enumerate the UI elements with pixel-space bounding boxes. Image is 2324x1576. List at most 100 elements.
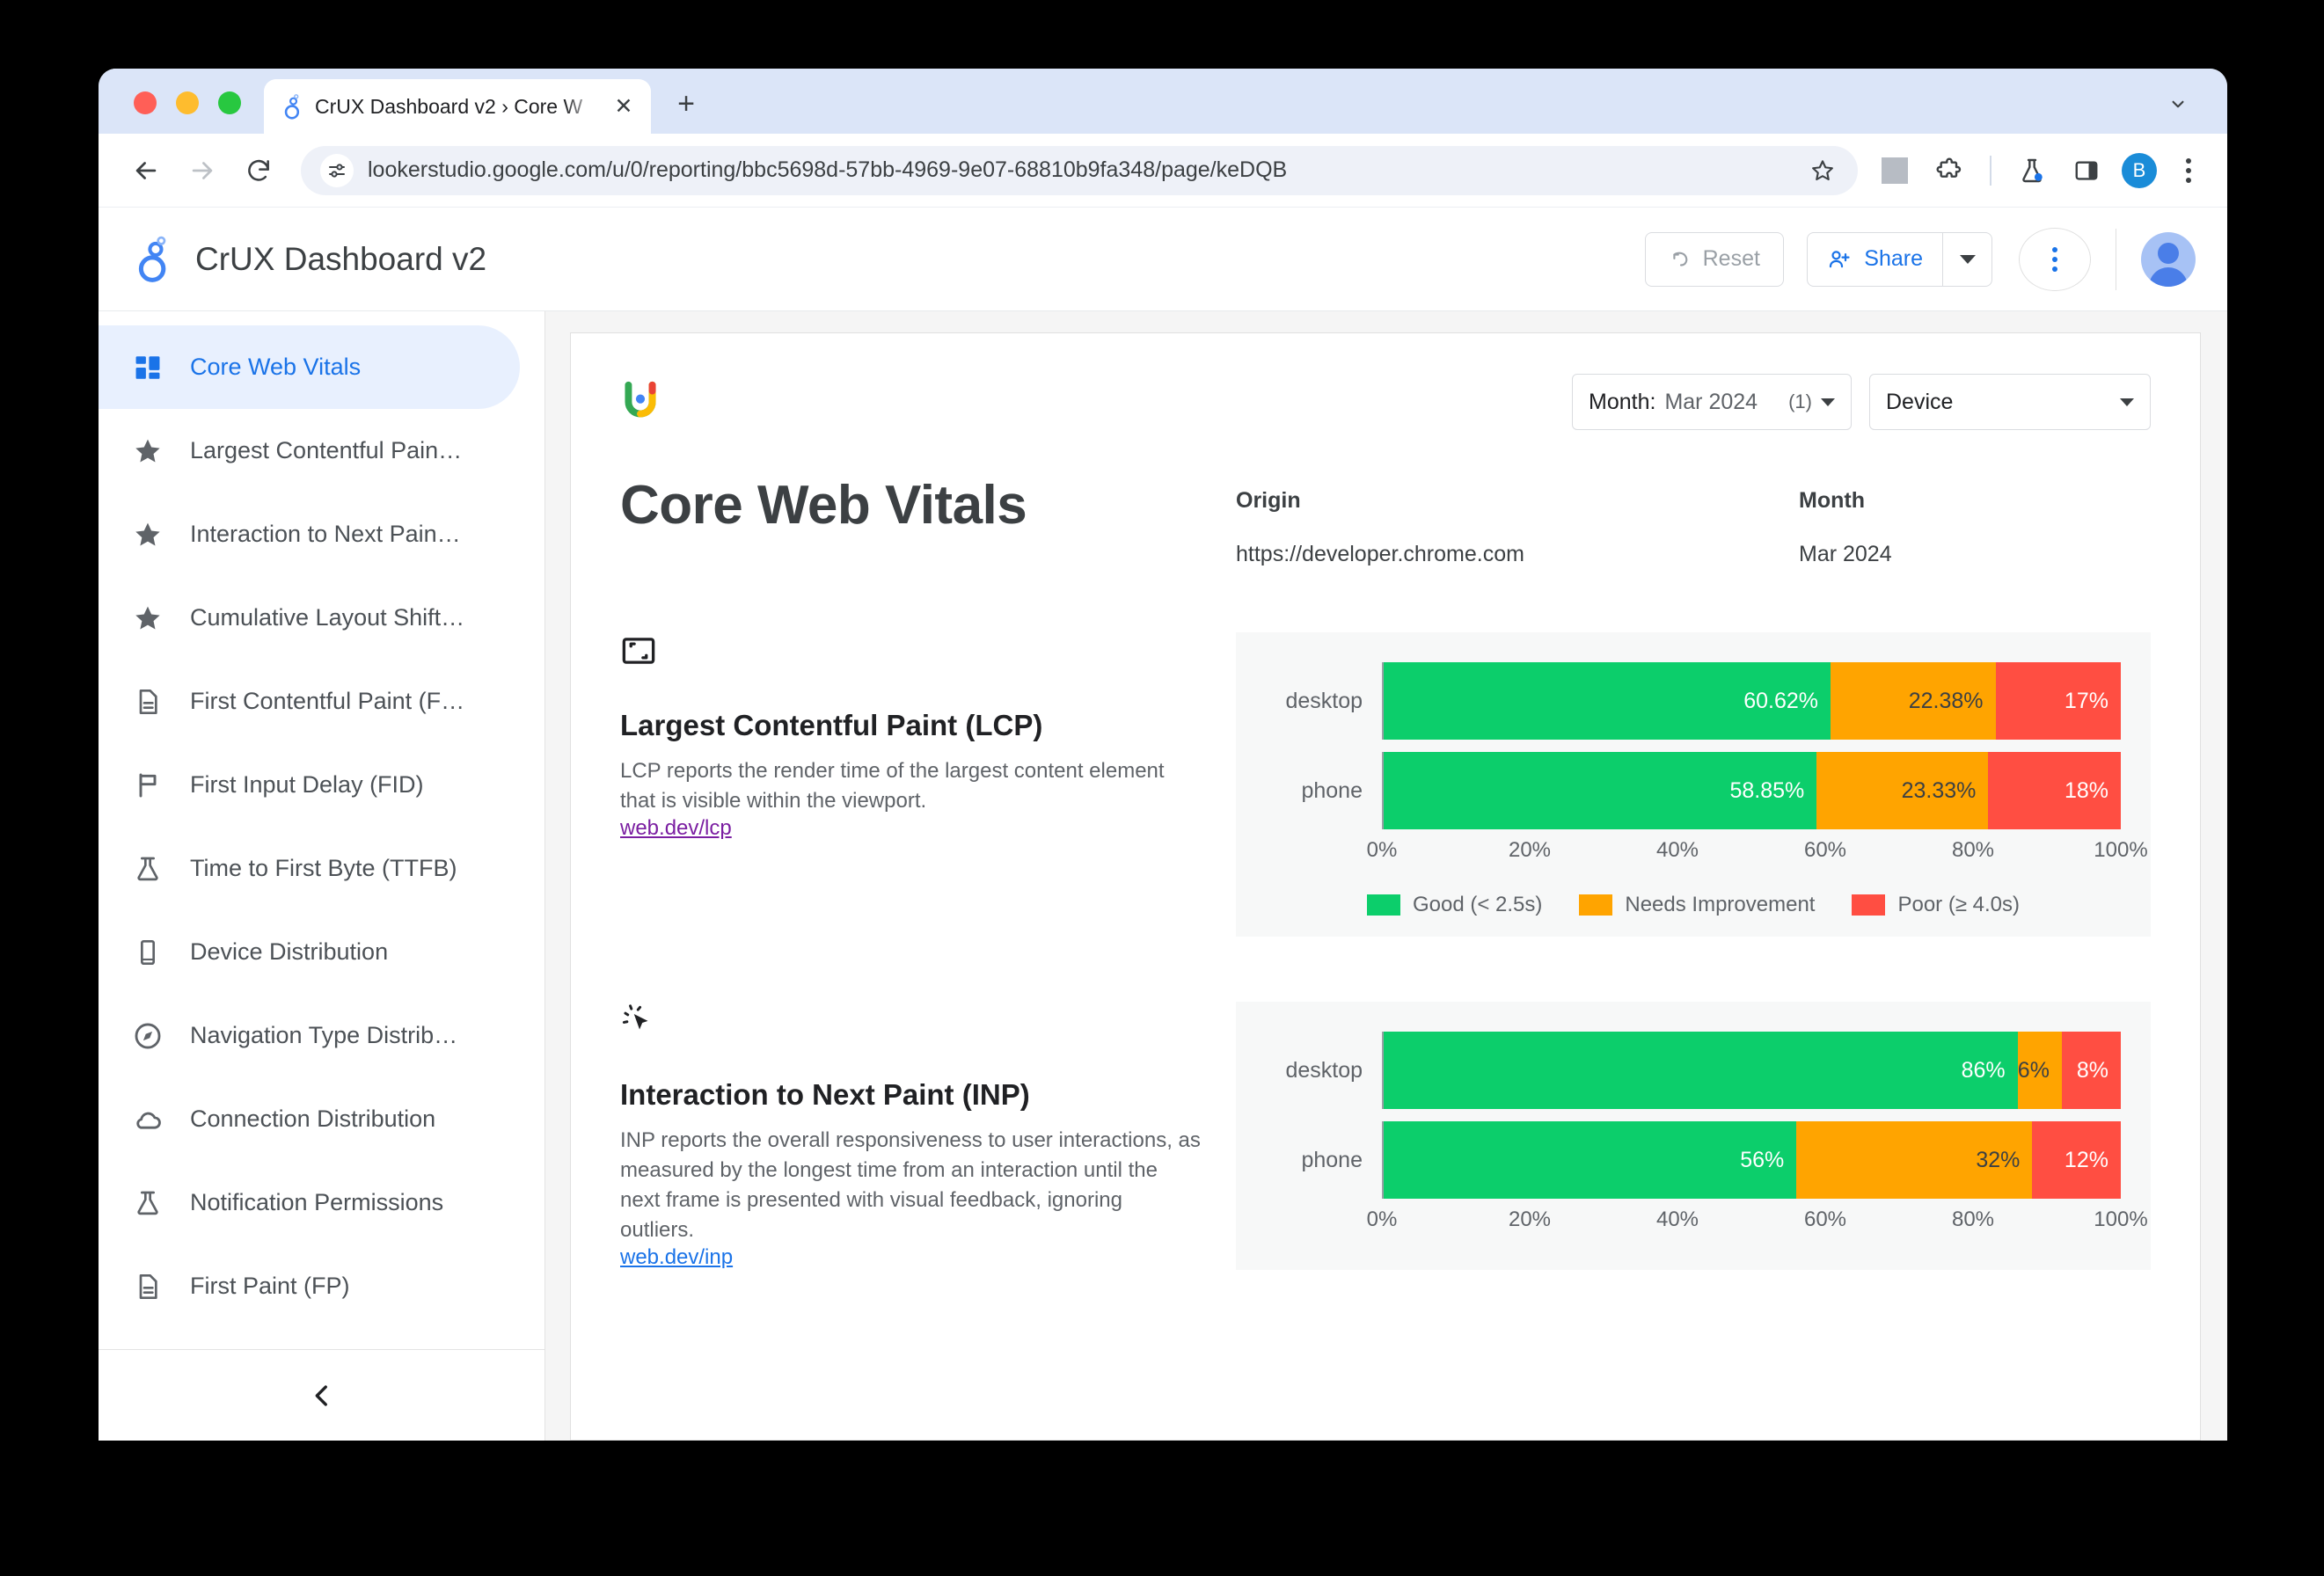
sidebar-item-navigation-type-distribution[interactable]: Navigation Type Distrib… xyxy=(99,994,520,1077)
bar-segment-needs-improvement[interactable]: 32% xyxy=(1796,1121,2033,1199)
unknown-extension-icon[interactable] xyxy=(1875,151,1914,190)
metric-description-lcp: Largest Contentful Paint (LCP) LCP repor… xyxy=(620,632,1236,937)
tab-strip: CrUX Dashboard v2 › Core W ✕ + xyxy=(99,69,2227,134)
bar-segment-needs-improvement[interactable]: 23.33% xyxy=(1816,752,1989,829)
collapse-sidebar-chevron-left-icon[interactable] xyxy=(297,1371,347,1420)
origin-block: Origin https://developer.chrome.com xyxy=(1236,474,1799,567)
tab-list-chevron-down-icon[interactable] xyxy=(2159,84,2197,123)
reload-button-icon[interactable] xyxy=(234,146,283,195)
legend-item-poor[interactable]: Poor (≥ 4.0s) xyxy=(1852,893,2020,917)
close-window-button[interactable] xyxy=(134,91,157,114)
bar-segment-needs-improvement[interactable]: 22.38% xyxy=(1830,662,1996,740)
sidebar-item-label: First Contentful Paint (F… xyxy=(190,688,465,714)
sidebar-item-device-distribution[interactable]: Device Distribution xyxy=(99,910,520,994)
maximize-window-button[interactable] xyxy=(218,91,241,114)
sidebar-item-connection-distribution[interactable]: Connection Distribution xyxy=(99,1077,520,1161)
report-filters: Month: Mar 2024 (1) Device xyxy=(1572,374,2151,430)
star-icon xyxy=(130,517,165,552)
month-filter-label: Month: xyxy=(1589,389,1656,414)
forward-button-icon[interactable] xyxy=(178,146,227,195)
bar-category-label: desktop xyxy=(1285,688,1363,713)
bar-segment-poor[interactable]: 12% xyxy=(2032,1121,2121,1199)
month-filter-count: (1) xyxy=(1788,390,1812,412)
sidebar-item-label: Interaction to Next Pain… xyxy=(190,521,461,547)
sidebar-item-first-paint[interactable]: First Paint (FP) xyxy=(99,1244,520,1328)
month-filter-control[interactable]: Month: Mar 2024 (1) xyxy=(1572,374,1852,430)
labs-flask-icon[interactable] xyxy=(2013,151,2051,190)
side-panel-icon[interactable] xyxy=(2067,151,2106,190)
back-button-icon[interactable] xyxy=(121,146,171,195)
legend-item-good[interactable]: Good (< 2.5s) xyxy=(1366,893,1543,917)
axis-tick: 0% xyxy=(1366,838,1398,862)
axis-tick: 0% xyxy=(1366,1208,1398,1231)
bar-segment-poor[interactable]: 17% xyxy=(1995,662,2121,740)
report-topbar: Month: Mar 2024 (1) Device xyxy=(620,374,2151,430)
sidebar-item-notification-permissions[interactable]: Notification Permissions xyxy=(99,1161,520,1244)
flask-icon xyxy=(130,1186,165,1221)
sidebar-item-label: Cumulative Layout Shift… xyxy=(190,604,465,631)
report-canvas-wrapper: Month: Mar 2024 (1) Device Core Web Vita… xyxy=(545,311,2227,1441)
legend-item-needs-improvement[interactable]: Needs Improvement xyxy=(1579,893,1815,917)
axis-tick: 60% xyxy=(1803,838,1847,862)
new-tab-button[interactable]: + xyxy=(667,84,705,123)
metric-desc: INP reports the overall responsiveness t… xyxy=(620,1128,1201,1243)
compass-icon xyxy=(130,1018,165,1054)
user-account-avatar[interactable] xyxy=(2141,231,2196,287)
site-settings-icon[interactable] xyxy=(320,153,354,187)
bar-segment-good[interactable]: 58.85% xyxy=(1384,752,1817,829)
extensions-puzzle-icon[interactable] xyxy=(1930,151,1969,190)
share-button[interactable]: Share xyxy=(1808,233,1942,286)
bookmark-star-icon[interactable] xyxy=(1805,153,1840,188)
legend-swatch-needs-improvement xyxy=(1579,894,1613,916)
bar-category-label: phone xyxy=(1301,777,1363,803)
window-traffic-lights xyxy=(134,91,241,114)
axis-pad xyxy=(1266,1208,1382,1243)
sidebar-item-first-contentful-paint[interactable]: First Contentful Paint (F… xyxy=(99,660,520,743)
sidebar-item-largest-contentful-paint[interactable]: Largest Contentful Pain… xyxy=(99,409,520,492)
sidebar-item-interaction-to-next-paint[interactable]: Interaction to Next Pain… xyxy=(99,492,520,576)
address-bar[interactable]: lookerstudio.google.com/u/0/reporting/bb… xyxy=(301,145,1858,195)
report-pages-sidebar: Core Web Vitals Largest Contentful Pain…… xyxy=(99,311,545,1441)
chart-bars: desktop 86% 6% 8% phone 56% 32% 12% xyxy=(1266,1032,2121,1199)
device-filter-label: Device xyxy=(1886,389,1954,414)
month-value: Mar 2024 xyxy=(1799,542,1892,566)
minimize-window-button[interactable] xyxy=(176,91,199,114)
chart-x-axis: 0% 20% 40% 60% 80% 100% xyxy=(1266,1208,2148,1243)
body-area: Core Web Vitals Largest Contentful Pain…… xyxy=(99,311,2227,1441)
sidebar-item-first-input-delay[interactable]: First Input Delay (FID) xyxy=(99,743,520,827)
legend-swatch-good xyxy=(1366,894,1400,916)
device-filter-control[interactable]: Device xyxy=(1869,374,2151,430)
axis-tick: 80% xyxy=(1951,838,1995,862)
star-icon xyxy=(130,601,165,636)
reset-button[interactable]: Reset xyxy=(1645,231,1785,287)
bar-segment-good[interactable]: 56% xyxy=(1384,1121,1797,1199)
bar-segment-good[interactable]: 60.62% xyxy=(1384,662,1831,740)
chevron-down-icon[interactable] xyxy=(2120,398,2134,406)
sidebar-item-time-to-first-byte[interactable]: Time to First Byte (TTFB) xyxy=(99,827,520,910)
axis-tick: 100% xyxy=(2094,838,2148,862)
share-dropdown-chevron-down-icon[interactable] xyxy=(1942,232,1991,286)
metric-link-inp[interactable]: web.dev/inp xyxy=(620,1245,733,1270)
metric-link-lcp[interactable]: web.dev/lcp xyxy=(620,816,732,841)
bar-segment-needs-improvement[interactable]: 6% xyxy=(2017,1032,2062,1109)
sidebar-item-label: Navigation Type Distrib… xyxy=(190,1022,458,1048)
bar-segment-poor[interactable]: 18% xyxy=(1988,752,2121,829)
browser-menu-icon[interactable] xyxy=(2173,157,2204,183)
close-tab-icon[interactable]: ✕ xyxy=(609,91,639,121)
flask-icon xyxy=(130,851,165,886)
chevron-down-icon[interactable] xyxy=(1821,398,1835,406)
sidebar-footer xyxy=(99,1349,544,1441)
sidebar-item-label: First Input Delay (FID) xyxy=(190,771,424,798)
chart-lcp: desktop 60.62% 22.38% 17% phone 58.85% 2… xyxy=(1236,632,2151,937)
bar-track: 60.62% 22.38% 17% xyxy=(1382,662,2121,740)
legend-label: Good (< 2.5s) xyxy=(1412,893,1543,916)
axis-tick: 20% xyxy=(1508,838,1552,862)
sidebar-item-core-web-vitals[interactable]: Core Web Vitals xyxy=(99,325,520,409)
profile-avatar[interactable]: B xyxy=(2122,152,2157,188)
browser-tab[interactable]: CrUX Dashboard v2 › Core W ✕ xyxy=(264,79,651,134)
bar-segment-good[interactable]: 86% xyxy=(1384,1032,2018,1109)
sidebar-item-label: Time to First Byte (TTFB) xyxy=(190,855,457,881)
more-options-button[interactable] xyxy=(2019,227,2091,291)
bar-segment-poor[interactable]: 8% xyxy=(2061,1032,2121,1109)
sidebar-item-cumulative-layout-shift[interactable]: Cumulative Layout Shift… xyxy=(99,576,520,660)
